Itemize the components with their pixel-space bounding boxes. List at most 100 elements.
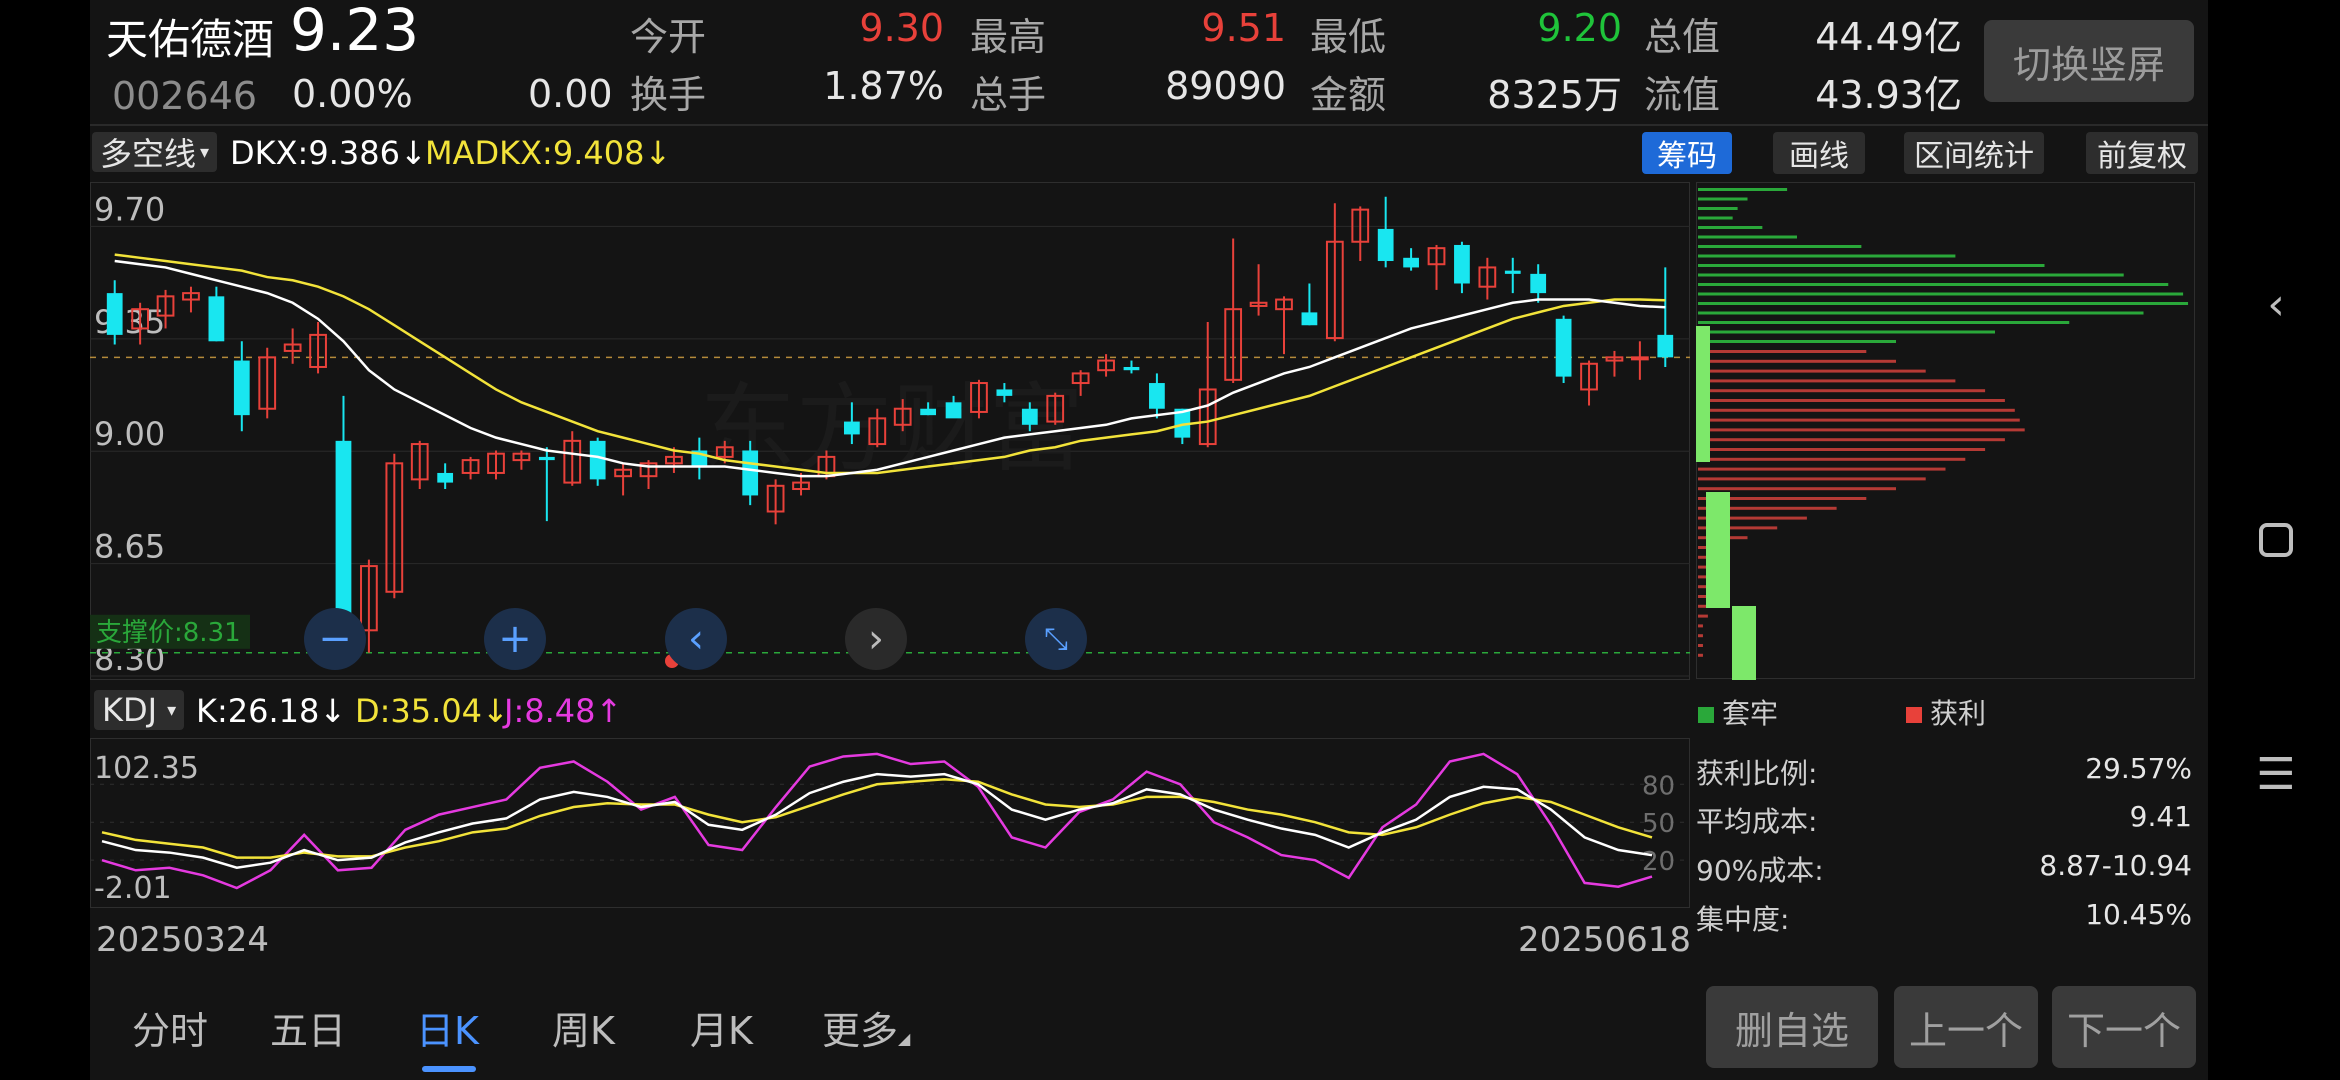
start-date: 20250324 — [96, 920, 270, 960]
scroll-right-button[interactable]: › — [845, 608, 907, 670]
dkx-readout: DKX:9.386↓ — [230, 134, 427, 172]
candle-body — [1021, 408, 1038, 425]
candlestick-chart[interactable]: 9.709.359.008.658.30东方财富支撑价:8.31 — [90, 182, 1690, 680]
chip-bar-profit — [1698, 408, 2015, 412]
chip-bar-profit — [1698, 418, 2020, 422]
chip-bar-trapped — [1698, 302, 2189, 305]
quote-label: 换手 — [630, 73, 707, 117]
indicator-selector[interactable]: 多空线 ▾ — [92, 132, 218, 173]
chip-bar-trapped — [1698, 330, 1995, 334]
tab-daily-k[interactable]: 日K — [416, 1000, 479, 1055]
corner-triangle-icon: ◢ — [898, 1029, 911, 1048]
kdj-k-readout: K:26.18↓ — [196, 692, 346, 730]
kdj-axis-bottom: -2.01 — [94, 871, 172, 906]
chip-bar-profit — [1698, 644, 1703, 647]
legend-trapped: 套牢 — [1698, 692, 1778, 732]
range-stats-button[interactable]: 区间统计 — [1904, 132, 2044, 174]
candle-body — [538, 456, 555, 461]
chip-bar-profit — [1698, 477, 1926, 481]
stock-code: 002646 — [112, 74, 258, 118]
tab-five-day[interactable]: 五日 — [270, 1000, 346, 1055]
kdj-selector[interactable]: KDJ ▾ — [94, 690, 185, 730]
square-icon — [2259, 523, 2293, 557]
tab-monthly-k[interactable]: 月K — [690, 1000, 753, 1055]
zoom-out-button[interactable]: − — [304, 608, 366, 670]
chip-bar-profit — [1698, 369, 1926, 373]
candle-body — [1657, 334, 1674, 358]
candle-body — [996, 389, 1013, 396]
chip-bar-profit — [1698, 350, 1867, 353]
quote-value: 1.87% — [823, 64, 944, 108]
stat-label: 90%成本: — [1696, 854, 1824, 887]
back-nav-icon[interactable]: ‹ — [2256, 279, 2296, 330]
quote-label: 最高 — [970, 15, 1047, 59]
price-axis-label: 8.65 — [94, 528, 165, 566]
stat-label: 获利比例: — [1696, 757, 1818, 790]
down-arrow-icon: ↓ — [319, 692, 347, 730]
candle-body — [1630, 356, 1649, 361]
chip-distribution-chart — [1696, 182, 2195, 680]
quote-label: 今开 — [630, 15, 707, 59]
dropdown-triangle-icon: ▾ — [167, 699, 177, 721]
quote-value: 44.49亿 — [1815, 15, 1962, 59]
quote-value: 9.51 — [1201, 6, 1286, 50]
chip-bar-profit — [1698, 379, 1956, 383]
tab-weekly-k[interactable]: 周K — [552, 1000, 615, 1055]
quote-value: 9.30 — [859, 6, 944, 50]
chip-bar-profit — [1698, 634, 1703, 638]
chip-bar-profit — [1698, 438, 2005, 442]
quote-label: 流值 — [1644, 73, 1721, 117]
home-nav-icon[interactable] — [2256, 520, 2296, 560]
end-date: 20250618 — [1518, 920, 1692, 960]
candle-body — [106, 293, 123, 335]
stat-value: 9.41 — [2129, 800, 2192, 833]
scroll-left-button[interactable]: ‹ — [665, 608, 727, 670]
kdj-level-label: 80 — [1642, 771, 1675, 801]
recents-nav-icon[interactable]: ☰ — [2256, 749, 2296, 800]
candle-body — [208, 296, 225, 342]
tab-intraday[interactable]: 分时 — [132, 1000, 208, 1055]
madkx-readout: MADKX:9.408↓ — [425, 134, 671, 172]
stat-value: 10.45% — [2085, 898, 2192, 931]
chevron-right-icon: › — [868, 616, 884, 662]
quote-label: 总手 — [970, 73, 1047, 117]
change-percent: 0.00% — [292, 72, 413, 116]
kdj-chart[interactable]: 102.35-2.01805020 — [90, 738, 1690, 908]
chip-bar-profit — [1698, 624, 1703, 628]
kdj-level-label: 20 — [1642, 847, 1675, 877]
stat-value: 29.57% — [2085, 752, 2192, 785]
remove-watchlist-button[interactable]: 删自选 — [1706, 986, 1878, 1068]
kdj-d-value: D:35.04 — [355, 692, 483, 730]
chip-bar-trapped — [1698, 264, 2045, 267]
chip-bar-trapped — [1698, 216, 1733, 220]
chip-distribution-button[interactable]: 筹码 — [1642, 132, 1732, 174]
chip-volume-block — [1706, 492, 1730, 608]
down-arrow-icon: ↓ — [644, 134, 672, 172]
chip-bar-profit — [1698, 457, 1966, 461]
chip-bar-trapped — [1698, 273, 2124, 277]
draw-line-button[interactable]: 画线 — [1773, 132, 1865, 174]
kdj-axis-top: 102.35 — [94, 751, 199, 786]
compress-arrows-icon: ⤡ — [1044, 621, 1068, 657]
chip-bar-profit — [1698, 399, 2005, 402]
dkx-value: DKX:9.386 — [230, 134, 400, 172]
chip-bar-profit — [1698, 428, 2025, 432]
legend-swatch — [1698, 707, 1714, 723]
collapse-button[interactable]: ⤡ — [1025, 608, 1087, 670]
next-stock-button[interactable]: 下一个 — [2052, 986, 2196, 1068]
chip-bar-trapped — [1698, 321, 2070, 324]
stat-value: 8.87-10.94 — [2039, 849, 2192, 882]
chip-bar-trapped — [1698, 197, 1748, 201]
chip-bar-trapped — [1698, 188, 1788, 191]
candle-body — [335, 440, 352, 624]
tab-more[interactable]: 更多◢ — [822, 1000, 910, 1055]
zoom-in-button[interactable]: + — [484, 608, 546, 670]
previous-stock-button[interactable]: 上一个 — [1894, 986, 2038, 1068]
stat-label: 平均成本: — [1696, 805, 1818, 838]
candle-body — [437, 472, 454, 483]
candle-body — [1149, 383, 1165, 409]
quote-value: 89090 — [1165, 64, 1286, 108]
price-axis-label: 9.70 — [94, 190, 165, 228]
portrait-mode-button[interactable]: 切换竖屏 — [1984, 20, 2194, 102]
forward-adjust-button[interactable]: 前复权 — [2086, 132, 2198, 174]
